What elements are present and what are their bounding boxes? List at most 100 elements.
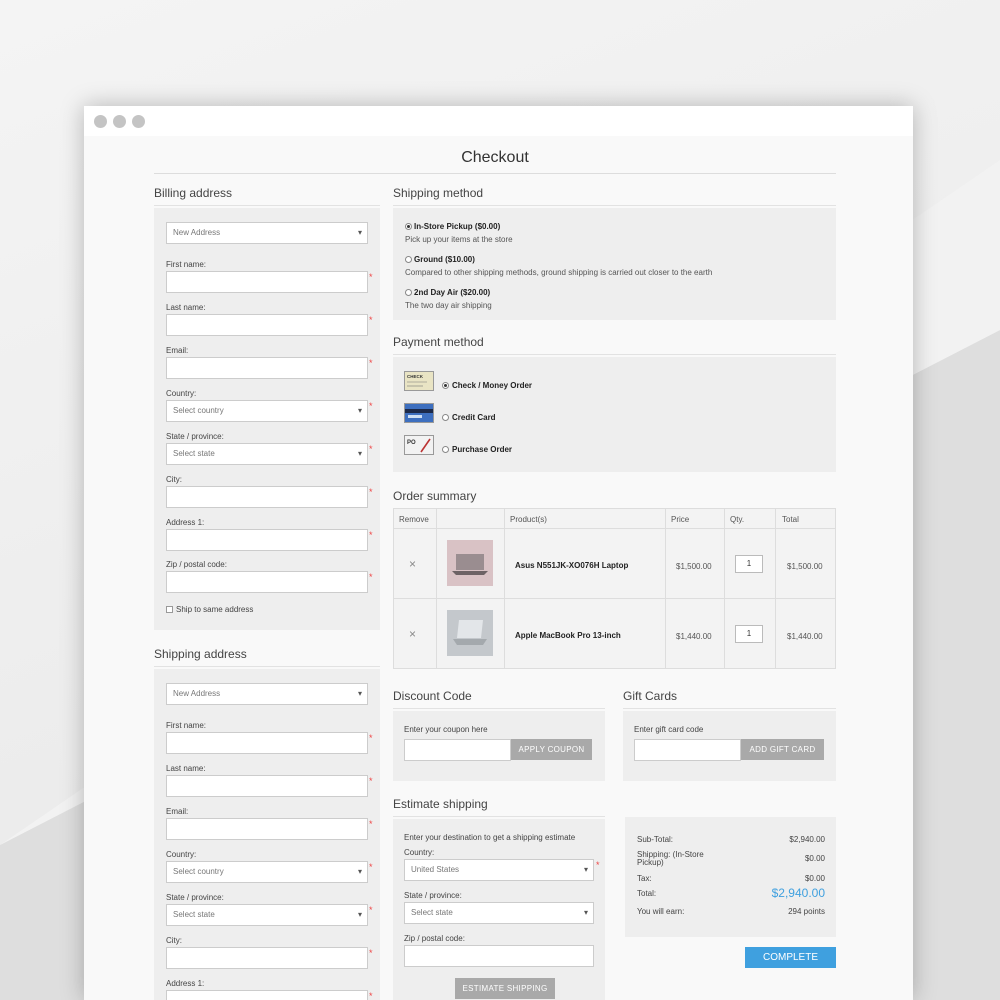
billing-last-name-label: Last name: bbox=[166, 303, 206, 312]
ship-same-label: Ship to same address bbox=[176, 605, 254, 614]
required-marker: * bbox=[369, 401, 373, 411]
billing-email-input[interactable] bbox=[166, 357, 368, 379]
table-col-divider bbox=[504, 509, 505, 668]
payment-option-radio[interactable] bbox=[442, 414, 449, 421]
discount-hint: Enter your coupon here bbox=[404, 725, 488, 734]
apply-coupon-button[interactable]: APPLY COUPON bbox=[511, 739, 592, 760]
required-marker: * bbox=[369, 862, 373, 872]
estimate-zip-label: Zip / postal code: bbox=[404, 934, 465, 943]
purchase-order-icon: PO bbox=[404, 435, 434, 455]
required-marker: * bbox=[369, 358, 373, 368]
shipping-email-input[interactable] bbox=[166, 818, 368, 840]
shipping-address1-input[interactable] bbox=[166, 990, 368, 1000]
shipping-option-radio[interactable] bbox=[405, 289, 412, 296]
payment-option-radio[interactable] bbox=[442, 382, 449, 389]
shipping-cost-value: $0.00 bbox=[804, 854, 825, 863]
shipping-country-label: Country: bbox=[166, 850, 197, 859]
table-header-divider bbox=[394, 528, 835, 529]
estimate-state-label: State / province: bbox=[404, 891, 462, 900]
payment-option-radio[interactable] bbox=[442, 446, 449, 453]
shipping-first-name-input[interactable] bbox=[166, 732, 368, 754]
estimate-country-select[interactable]: United States bbox=[404, 859, 594, 881]
total-value: $2,940.00 bbox=[771, 886, 825, 900]
svg-text:PO: PO bbox=[407, 440, 416, 446]
subtotal-label: Sub-Total: bbox=[637, 835, 674, 844]
shipping-option-radio[interactable] bbox=[405, 223, 412, 230]
subtotal-value: $2,940.00 bbox=[789, 835, 825, 844]
gift-cards-heading: Gift Cards bbox=[623, 689, 836, 709]
required-marker: * bbox=[369, 991, 373, 1000]
billing-state-select[interactable]: Select state bbox=[166, 443, 368, 465]
required-marker: * bbox=[369, 776, 373, 786]
estimate-country-label: Country: bbox=[404, 848, 435, 857]
shipping-option-desc: Compared to other shipping methods, grou… bbox=[405, 268, 713, 277]
shipping-option-desc: The two day air shipping bbox=[405, 301, 492, 310]
billing-last-name-input[interactable] bbox=[166, 314, 368, 336]
coupon-input[interactable] bbox=[404, 739, 511, 761]
total-label: Total: bbox=[637, 889, 657, 898]
shipping-city-input[interactable] bbox=[166, 947, 368, 969]
product-name-link[interactable]: Asus N551JK-XO076H Laptop bbox=[515, 561, 628, 570]
required-marker: * bbox=[369, 530, 373, 540]
window-dot-maximize[interactable] bbox=[132, 115, 145, 128]
window-dot-minimize[interactable] bbox=[113, 115, 126, 128]
table-col-divider bbox=[724, 509, 725, 668]
billing-address1-input[interactable] bbox=[166, 529, 368, 551]
payment-method-heading: Payment method bbox=[393, 335, 836, 355]
required-marker: * bbox=[596, 860, 600, 870]
billing-address-select[interactable]: New Address bbox=[166, 222, 368, 244]
billing-country-select[interactable]: Select country bbox=[166, 400, 368, 422]
payment-option-label: Purchase Order bbox=[452, 445, 513, 454]
quantity-input[interactable]: 1 bbox=[735, 555, 763, 573]
product-image[interactable] bbox=[447, 540, 493, 586]
column-header-remove: Remove bbox=[399, 515, 429, 524]
ship-same-checkbox[interactable] bbox=[166, 606, 173, 613]
billing-zip-input[interactable] bbox=[166, 571, 368, 593]
billing-city-input[interactable] bbox=[166, 486, 368, 508]
required-marker: * bbox=[369, 733, 373, 743]
gift-card-input[interactable] bbox=[634, 739, 741, 761]
remove-item-icon[interactable]: × bbox=[409, 557, 416, 571]
billing-zip-label: Zip / postal code: bbox=[166, 560, 227, 569]
product-total: $1,440.00 bbox=[787, 632, 823, 641]
required-marker: * bbox=[369, 905, 373, 915]
shipping-address-select[interactable]: New Address bbox=[166, 683, 368, 705]
remove-item-icon[interactable]: × bbox=[409, 627, 416, 641]
required-marker: * bbox=[369, 315, 373, 325]
product-name-link[interactable]: Apple MacBook Pro 13-inch bbox=[515, 631, 621, 640]
shipping-option-label: Ground ($10.00) bbox=[414, 255, 475, 264]
billing-email-label: Email: bbox=[166, 346, 189, 355]
estimate-hint: Enter your destination to get a shipping… bbox=[404, 833, 576, 842]
shipping-state-select[interactable]: Select state bbox=[166, 904, 368, 926]
estimate-zip-input[interactable] bbox=[404, 945, 594, 967]
billing-first-name-input[interactable] bbox=[166, 271, 368, 293]
product-image[interactable] bbox=[447, 610, 493, 656]
billing-panel: New Address First name: * Last name: * E… bbox=[154, 208, 380, 630]
shipping-method-heading: Shipping method bbox=[393, 186, 836, 206]
estimate-state-select[interactable]: Select state bbox=[404, 902, 594, 924]
svg-text:CHECK: CHECK bbox=[407, 374, 424, 379]
gift-cards-panel: Enter gift card code ADD GIFT CARD bbox=[623, 711, 836, 781]
required-marker: * bbox=[369, 572, 373, 582]
window-dot-close[interactable] bbox=[94, 115, 107, 128]
billing-heading: Billing address bbox=[154, 186, 380, 206]
gift-card-hint: Enter gift card code bbox=[634, 725, 704, 734]
browser-window: Checkout Billing address New Address Fir… bbox=[84, 106, 913, 1000]
quantity-input[interactable]: 1 bbox=[735, 625, 763, 643]
reward-points-label: You will earn: bbox=[637, 907, 685, 916]
tax-value: $0.00 bbox=[804, 874, 825, 883]
column-header-qty: Qty. bbox=[730, 515, 745, 524]
check-icon: CHECK bbox=[404, 371, 434, 391]
complete-button[interactable]: COMPLETE bbox=[745, 947, 836, 968]
order-summary-heading: Order summary bbox=[393, 489, 836, 509]
estimate-shipping-button[interactable]: ESTIMATE SHIPPING bbox=[455, 978, 555, 999]
add-gift-card-button[interactable]: ADD GIFT CARD bbox=[741, 739, 824, 760]
estimate-panel: Enter your destination to get a shipping… bbox=[393, 819, 605, 1000]
reward-points-value: 294 points bbox=[788, 907, 825, 916]
billing-state-label: State / province: bbox=[166, 432, 224, 441]
shipping-last-name-input[interactable] bbox=[166, 775, 368, 797]
tax-label: Tax: bbox=[637, 874, 652, 883]
shipping-method-panel: In-Store Pickup ($0.00) Pick up your ite… bbox=[393, 208, 836, 320]
shipping-option-radio[interactable] bbox=[405, 256, 412, 263]
shipping-country-select[interactable]: Select country bbox=[166, 861, 368, 883]
